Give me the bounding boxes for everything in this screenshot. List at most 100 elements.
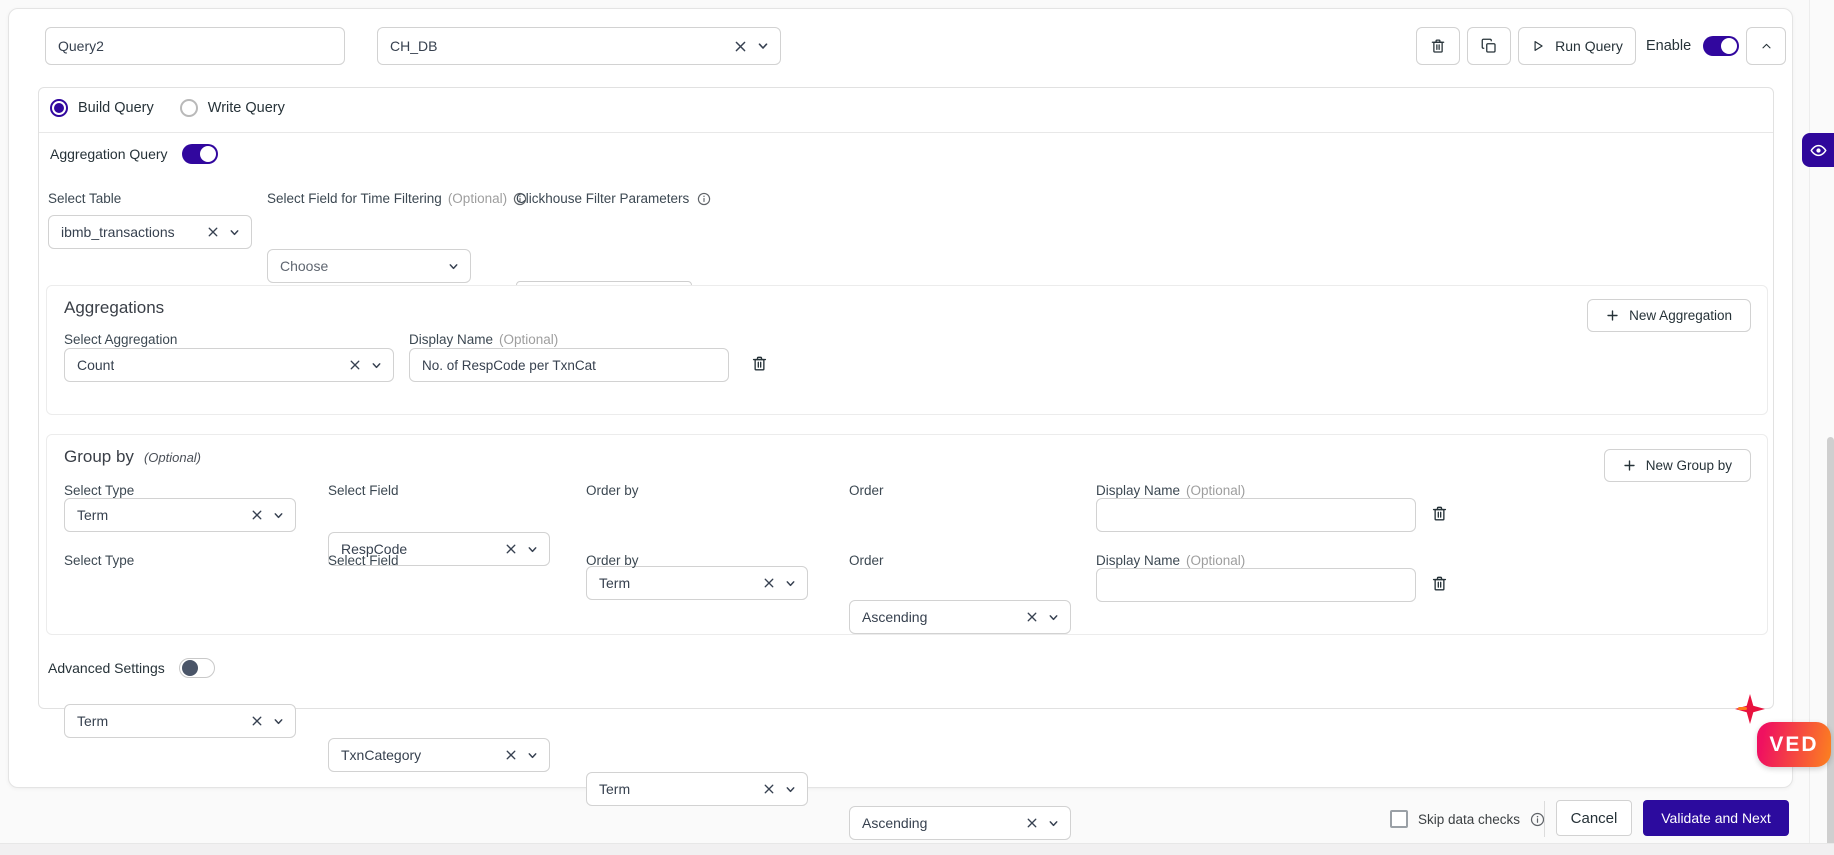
- clear-icon[interactable]: [764, 578, 774, 588]
- group-type-value: Term: [77, 713, 109, 729]
- clear-icon[interactable]: [252, 716, 262, 726]
- group-type-select[interactable]: Term: [64, 498, 296, 532]
- delete-query-button[interactable]: [1416, 27, 1460, 65]
- chevron-down-icon[interactable]: [273, 510, 284, 521]
- display-name-optional: (Optional): [499, 332, 559, 347]
- chevron-down-icon[interactable]: [1048, 612, 1059, 623]
- group-by-section: Group by (Optional) New Group by Select …: [46, 434, 1768, 840]
- select-type-label: Select Type: [64, 483, 135, 498]
- info-icon[interactable]: [1530, 812, 1545, 827]
- chevron-up-icon: [1760, 40, 1773, 53]
- clear-icon[interactable]: [252, 510, 262, 520]
- group-order-by-select[interactable]: Term: [586, 566, 808, 600]
- group-field-select[interactable]: TxnCategory: [328, 738, 550, 772]
- group-order-select[interactable]: Ascending: [849, 600, 1071, 634]
- enable-toggle[interactable]: [1703, 36, 1740, 56]
- chevron-down-icon[interactable]: [273, 716, 284, 727]
- brand-logo[interactable]: VED: [1757, 722, 1831, 767]
- preview-tab[interactable]: [1802, 133, 1834, 167]
- clear-icon[interactable]: [764, 784, 774, 794]
- trash-icon: [1429, 37, 1447, 55]
- aggregations-section: Aggregations New Aggregation Select Aggr…: [46, 285, 1768, 415]
- group-type-select[interactable]: Term: [64, 704, 296, 738]
- new-group-by-button[interactable]: New Group by: [1603, 449, 1751, 482]
- display-name-label: Display Name: [409, 332, 494, 347]
- clear-icon[interactable]: [208, 227, 218, 237]
- chevron-down-icon[interactable]: [448, 261, 459, 272]
- radio-write-query[interactable]: Write Query: [179, 99, 285, 117]
- group-order-by-select[interactable]: Term: [586, 772, 808, 806]
- aggregation-display-name-input[interactable]: [409, 348, 729, 382]
- toggle-knob: [181, 660, 198, 676]
- footer-divider: [1544, 801, 1545, 837]
- group-order-by-value: Term: [599, 575, 631, 591]
- info-icon[interactable]: [697, 192, 711, 206]
- enable-label: Enable: [1646, 38, 1692, 54]
- chevron-down-icon[interactable]: [785, 784, 796, 795]
- group-order-value: Ascending: [862, 815, 928, 831]
- aggregation-query-toggle[interactable]: [181, 144, 218, 164]
- run-query-button[interactable]: Run Query: [1518, 27, 1636, 65]
- aggregation-select[interactable]: Count: [64, 348, 394, 382]
- duplicate-query-button[interactable]: [1467, 27, 1511, 65]
- new-group-by-label: New Group by: [1645, 458, 1732, 473]
- chevron-down-icon[interactable]: [527, 544, 538, 555]
- chevron-down-icon[interactable]: [229, 227, 240, 238]
- table-select[interactable]: ibmb_transactions: [48, 215, 252, 249]
- page-scrollbar[interactable]: [1827, 437, 1834, 852]
- collapse-query-button[interactable]: [1746, 27, 1786, 65]
- select-type-label: Select Type: [64, 553, 135, 568]
- aggregation-value: Count: [77, 357, 115, 373]
- order-label: Order: [849, 553, 884, 568]
- copy-icon: [1480, 37, 1498, 55]
- clear-icon[interactable]: [350, 360, 360, 370]
- radio-unselected-icon: [179, 99, 198, 117]
- time-filter-optional: (Optional): [447, 191, 508, 206]
- brand-logo-text: VED: [1769, 732, 1819, 756]
- delete-group-by-row-button[interactable]: [1430, 574, 1449, 593]
- eye-icon: [1809, 142, 1827, 159]
- datasource-select[interactable]: CH_DB: [377, 27, 781, 65]
- query-name-input[interactable]: [45, 27, 345, 65]
- clear-icon[interactable]: [1027, 612, 1037, 622]
- group-order-by-value: Term: [599, 781, 631, 797]
- radio-build-query[interactable]: Build Query: [50, 99, 154, 117]
- order-label: Order: [849, 483, 884, 498]
- chevron-down-icon[interactable]: [527, 750, 538, 761]
- delete-aggregation-button[interactable]: [750, 354, 769, 373]
- new-aggregation-button[interactable]: New Aggregation: [1587, 299, 1751, 332]
- validate-and-next-button[interactable]: Validate and Next: [1643, 800, 1789, 836]
- chevron-down-icon[interactable]: [1048, 818, 1059, 829]
- radio-selected-icon: [50, 99, 68, 117]
- chevron-down-icon[interactable]: [785, 578, 796, 589]
- skip-data-checks-checkbox[interactable]: [1390, 810, 1408, 828]
- cancel-label: Cancel: [1570, 809, 1618, 827]
- plus-icon: [1606, 309, 1619, 322]
- run-query-label: Run Query: [1555, 38, 1623, 54]
- chevron-down-icon[interactable]: [371, 360, 382, 371]
- group-order-value: Ascending: [862, 609, 928, 625]
- clear-icon[interactable]: [506, 750, 516, 760]
- group-display-name-input[interactable]: [1096, 568, 1416, 602]
- plus-icon: [1623, 459, 1636, 472]
- time-filter-value: Choose: [280, 258, 329, 274]
- select-field-label: Select Field: [328, 553, 399, 568]
- sparkle-dash-icon: [1738, 707, 1747, 710]
- chevron-down-icon[interactable]: [757, 40, 769, 52]
- advanced-settings-toggle[interactable]: [178, 658, 215, 678]
- clear-icon[interactable]: [735, 41, 746, 52]
- aggregation-query-label: Aggregation Query: [50, 146, 168, 162]
- datasource-value: CH_DB: [390, 38, 438, 54]
- time-filter-select[interactable]: Choose: [267, 249, 471, 283]
- group-order-select[interactable]: Ascending: [849, 806, 1071, 840]
- group-display-name-input[interactable]: [1096, 498, 1416, 532]
- validate-label: Validate and Next: [1661, 810, 1771, 826]
- display-name-label: Display Name: [1096, 553, 1181, 568]
- select-aggregation-label: Select Aggregation: [64, 332, 178, 347]
- write-query-label: Write Query: [207, 100, 285, 116]
- cancel-button[interactable]: Cancel: [1556, 800, 1632, 836]
- clear-icon[interactable]: [506, 544, 516, 554]
- clear-icon[interactable]: [1027, 818, 1037, 828]
- delete-group-by-row-button[interactable]: [1430, 504, 1449, 523]
- new-aggregation-label: New Aggregation: [1629, 308, 1732, 323]
